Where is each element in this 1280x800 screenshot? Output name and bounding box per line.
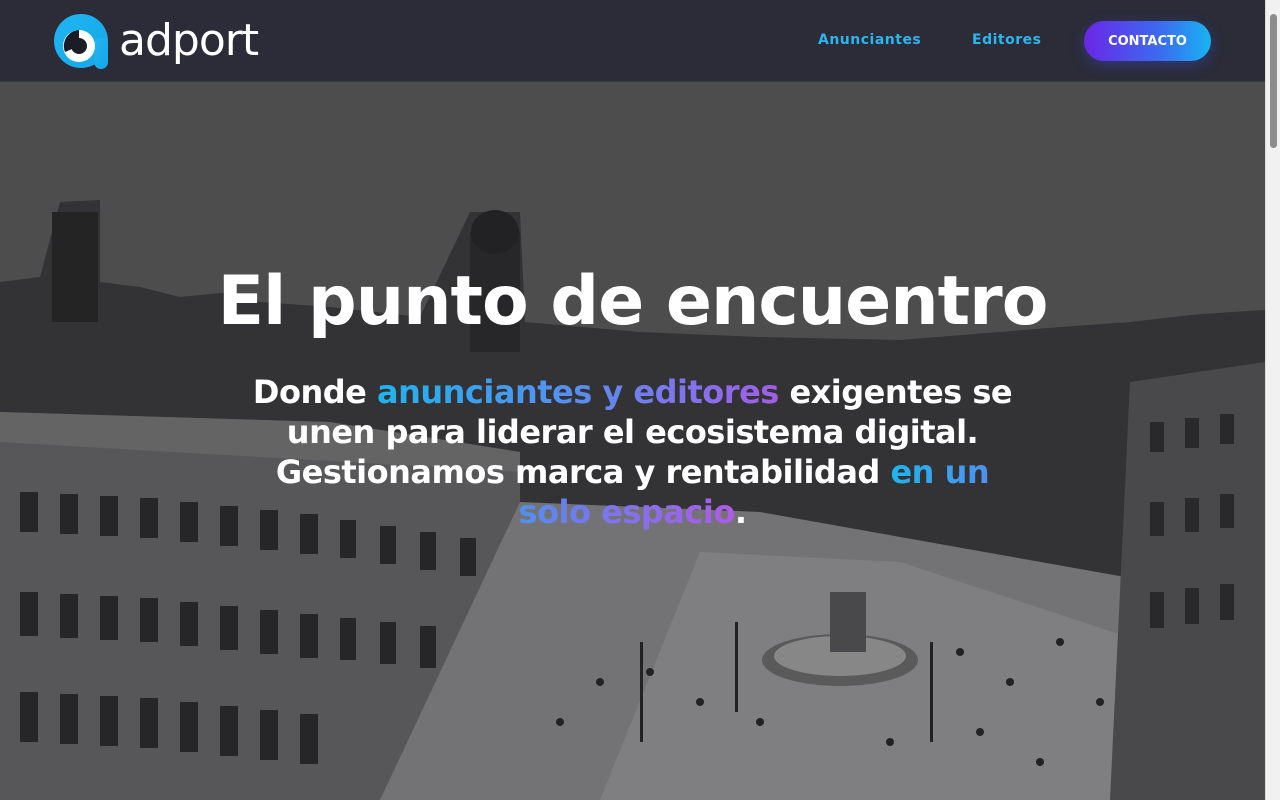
- hero-section: El punto de encuentro Donde anunciantes …: [0, 82, 1265, 800]
- adport-logo-icon: [54, 14, 108, 69]
- brand-name: adport: [119, 15, 259, 66]
- hero-subtitle-highlight: anunciantes y editores: [376, 373, 779, 411]
- scrollbar-thumb[interactable]: [1270, 14, 1277, 148]
- site-header: adport Anunciantes Editores CONTACTO: [0, 0, 1265, 82]
- hero-subtitle-text: Donde: [252, 373, 377, 411]
- nav-link-editores[interactable]: Editores: [972, 32, 1041, 48]
- hero-subtitle-text: .: [734, 493, 747, 531]
- contact-button[interactable]: CONTACTO: [1084, 21, 1211, 61]
- hero-title: El punto de encuentro: [217, 262, 1049, 341]
- hero-subtitle: Donde anunciantes y editores exigentes s…: [250, 372, 1015, 532]
- brand-logo[interactable]: adport: [53, 12, 268, 70]
- page-scrollbar[interactable]: [1265, 0, 1280, 800]
- nav-link-anunciantes[interactable]: Anunciantes: [818, 32, 921, 48]
